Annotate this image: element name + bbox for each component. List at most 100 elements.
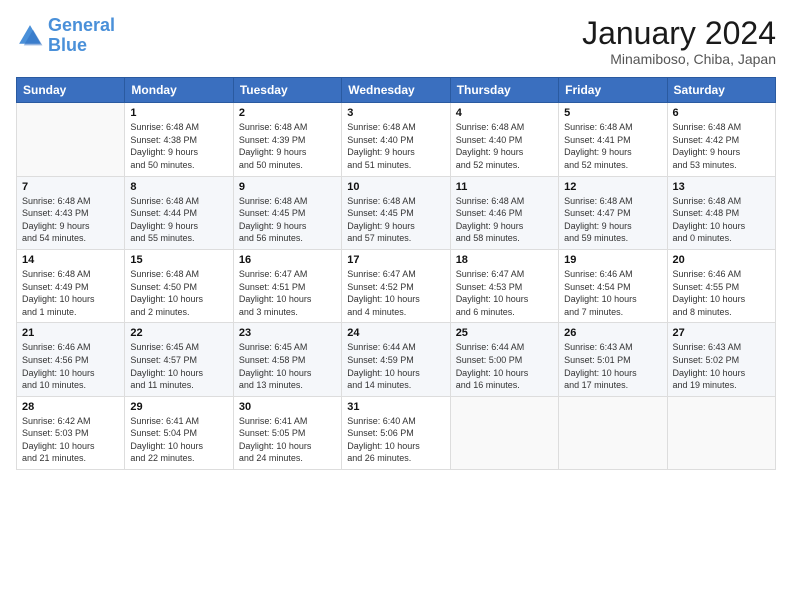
day-info: Sunrise: 6:46 AM Sunset: 4:56 PM Dayligh… — [22, 341, 119, 391]
logo: General Blue — [16, 16, 115, 56]
day-info: Sunrise: 6:48 AM Sunset: 4:45 PM Dayligh… — [239, 195, 336, 245]
day-number: 22 — [130, 327, 227, 339]
logo-general: General — [48, 15, 115, 35]
calendar-cell: 2Sunrise: 6:48 AM Sunset: 4:39 PM Daylig… — [233, 103, 341, 176]
day-number: 31 — [347, 401, 444, 413]
day-number: 26 — [564, 327, 661, 339]
day-info: Sunrise: 6:48 AM Sunset: 4:46 PM Dayligh… — [456, 195, 553, 245]
calendar-cell: 1 Sunrise: 6:48 AM Sunset: 4:38 PM Daylig… — [125, 103, 233, 176]
calendar-cell: 22 Sunrise: 6:45 AM Sunset: 4:57 PM Dayli… — [125, 323, 233, 396]
calendar-week-3: 14Sunrise: 6:48 AM Sunset: 4:49 PM Dayli… — [17, 249, 776, 322]
day-number: 6 — [673, 107, 770, 119]
day-info: Sunrise: 6:47 AM Sunset: 4:51 PM Dayligh… — [239, 268, 336, 318]
calendar-week-1: 1 Sunrise: 6:48 AM Sunset: 4:38 PM Daylig… — [17, 103, 776, 176]
calendar-cell: 15 Sunrise: 6:48 AM Sunset: 4:50 PM Dayli… — [125, 249, 233, 322]
calendar-cell: 4Sunrise: 6:48 AM Sunset: 4:40 PM Daylig… — [450, 103, 558, 176]
calendar-week-2: 7Sunrise: 6:48 AM Sunset: 4:43 PM Daylig… — [17, 176, 776, 249]
day-number: 16 — [239, 254, 336, 266]
day-info: Sunrise: 6:44 AM Sunset: 4:59 PM Dayligh… — [347, 341, 444, 391]
calendar-week-4: 21 Sunrise: 6:46 AM Sunset: 4:56 PM Dayli… — [17, 323, 776, 396]
weekday-header-monday: Monday — [125, 78, 233, 103]
day-info: Sunrise: 6:40 AM Sunset: 5:06 PM Dayligh… — [347, 415, 444, 465]
day-number: 17 — [347, 254, 444, 266]
day-number: 27 — [673, 327, 770, 339]
calendar-cell: 29 Sunrise: 6:41 AM Sunset: 5:04 PM Dayli… — [125, 396, 233, 469]
calendar-cell: 25 Sunrise: 6:44 AM Sunset: 5:00 PM Dayli… — [450, 323, 558, 396]
day-info: Sunrise: 6:44 AM Sunset: 5:00 PM Dayligh… — [456, 341, 553, 391]
day-info: Sunrise: 6:48 AM Sunset: 4:48 PM Dayligh… — [673, 195, 770, 245]
day-info: Sunrise: 6:48 AM Sunset: 4:49 PM Dayligh… — [22, 268, 119, 318]
calendar-cell: 10Sunrise: 6:48 AM Sunset: 4:45 PM Dayli… — [342, 176, 450, 249]
day-number: 1 — [130, 107, 227, 119]
calendar-cell — [667, 396, 775, 469]
page: General Blue January 2024 Minamiboso, Ch… — [0, 0, 792, 612]
calendar-cell: 28 Sunrise: 6:42 AM Sunset: 5:03 PM Dayli… — [17, 396, 125, 469]
day-info: Sunrise: 6:48 AM Sunset: 4:50 PM Dayligh… — [130, 268, 227, 318]
calendar-cell: 14Sunrise: 6:48 AM Sunset: 4:49 PM Dayli… — [17, 249, 125, 322]
day-number: 29 — [130, 401, 227, 413]
day-info: Sunrise: 6:48 AM Sunset: 4:38 PM Dayligh… — [130, 121, 227, 171]
weekday-header-row: SundayMondayTuesdayWednesdayThursdayFrid… — [17, 78, 776, 103]
day-info: Sunrise: 6:45 AM Sunset: 4:58 PM Dayligh… — [239, 341, 336, 391]
calendar-cell: 31 Sunrise: 6:40 AM Sunset: 5:06 PM Dayli… — [342, 396, 450, 469]
calendar-body: 1 Sunrise: 6:48 AM Sunset: 4:38 PM Daylig… — [17, 103, 776, 470]
day-number: 7 — [22, 181, 119, 193]
logo-blue: Blue — [48, 36, 115, 56]
day-info: Sunrise: 6:48 AM Sunset: 4:42 PM Dayligh… — [673, 121, 770, 171]
day-number: 5 — [564, 107, 661, 119]
day-info: Sunrise: 6:45 AM Sunset: 4:57 PM Dayligh… — [130, 341, 227, 391]
calendar-cell: 7Sunrise: 6:48 AM Sunset: 4:43 PM Daylig… — [17, 176, 125, 249]
day-number: 24 — [347, 327, 444, 339]
weekday-header-wednesday: Wednesday — [342, 78, 450, 103]
day-info: Sunrise: 6:41 AM Sunset: 5:05 PM Dayligh… — [239, 415, 336, 465]
day-number: 15 — [130, 254, 227, 266]
weekday-header-tuesday: Tuesday — [233, 78, 341, 103]
calendar-cell: 16 Sunrise: 6:47 AM Sunset: 4:51 PM Dayli… — [233, 249, 341, 322]
calendar-cell: 12 Sunrise: 6:48 AM Sunset: 4:47 PM Dayli… — [559, 176, 667, 249]
calendar-cell: 9 Sunrise: 6:48 AM Sunset: 4:45 PM Daylig… — [233, 176, 341, 249]
day-number: 13 — [673, 181, 770, 193]
day-number: 25 — [456, 327, 553, 339]
calendar-cell — [450, 396, 558, 469]
calendar-cell: 26Sunrise: 6:43 AM Sunset: 5:01 PM Dayli… — [559, 323, 667, 396]
day-number: 19 — [564, 254, 661, 266]
day-info: Sunrise: 6:48 AM Sunset: 4:41 PM Dayligh… — [564, 121, 661, 171]
weekday-header-sunday: Sunday — [17, 78, 125, 103]
weekday-header-thursday: Thursday — [450, 78, 558, 103]
calendar-cell: 23 Sunrise: 6:45 AM Sunset: 4:58 PM Dayli… — [233, 323, 341, 396]
calendar-cell: 6 Sunrise: 6:48 AM Sunset: 4:42 PM Daylig… — [667, 103, 775, 176]
day-number: 23 — [239, 327, 336, 339]
day-number: 12 — [564, 181, 661, 193]
day-number: 8 — [130, 181, 227, 193]
logo-text: General Blue — [48, 16, 115, 56]
day-number: 10 — [347, 181, 444, 193]
day-number: 9 — [239, 181, 336, 193]
calendar-cell: 3Sunrise: 6:48 AM Sunset: 4:40 PM Daylig… — [342, 103, 450, 176]
calendar-cell: 13 Sunrise: 6:48 AM Sunset: 4:48 PM Dayli… — [667, 176, 775, 249]
calendar-cell: 8 Sunrise: 6:48 AM Sunset: 4:44 PM Daylig… — [125, 176, 233, 249]
calendar-cell: 24 Sunrise: 6:44 AM Sunset: 4:59 PM Dayli… — [342, 323, 450, 396]
calendar-cell: 19Sunrise: 6:46 AM Sunset: 4:54 PM Dayli… — [559, 249, 667, 322]
day-info: Sunrise: 6:42 AM Sunset: 5:03 PM Dayligh… — [22, 415, 119, 465]
day-number: 30 — [239, 401, 336, 413]
day-number: 11 — [456, 181, 553, 193]
calendar-cell: 20Sunrise: 6:46 AM Sunset: 4:55 PM Dayli… — [667, 249, 775, 322]
title-block: January 2024 Minamiboso, Chiba, Japan — [582, 16, 776, 67]
calendar-cell — [17, 103, 125, 176]
calendar-cell: 17 Sunrise: 6:47 AM Sunset: 4:52 PM Dayli… — [342, 249, 450, 322]
calendar-cell: 5 Sunrise: 6:48 AM Sunset: 4:41 PM Daylig… — [559, 103, 667, 176]
day-info: Sunrise: 6:41 AM Sunset: 5:04 PM Dayligh… — [130, 415, 227, 465]
day-info: Sunrise: 6:48 AM Sunset: 4:47 PM Dayligh… — [564, 195, 661, 245]
day-number: 18 — [456, 254, 553, 266]
calendar-cell — [559, 396, 667, 469]
day-number: 28 — [22, 401, 119, 413]
day-info: Sunrise: 6:47 AM Sunset: 4:52 PM Dayligh… — [347, 268, 444, 318]
day-info: Sunrise: 6:43 AM Sunset: 5:02 PM Dayligh… — [673, 341, 770, 391]
day-number: 21 — [22, 327, 119, 339]
day-number: 4 — [456, 107, 553, 119]
weekday-header-saturday: Saturday — [667, 78, 775, 103]
day-info: Sunrise: 6:48 AM Sunset: 4:40 PM Dayligh… — [347, 121, 444, 171]
calendar-cell: 30 Sunrise: 6:41 AM Sunset: 5:05 PM Dayli… — [233, 396, 341, 469]
day-info: Sunrise: 6:48 AM Sunset: 4:39 PM Dayligh… — [239, 121, 336, 171]
day-info: Sunrise: 6:48 AM Sunset: 4:44 PM Dayligh… — [130, 195, 227, 245]
